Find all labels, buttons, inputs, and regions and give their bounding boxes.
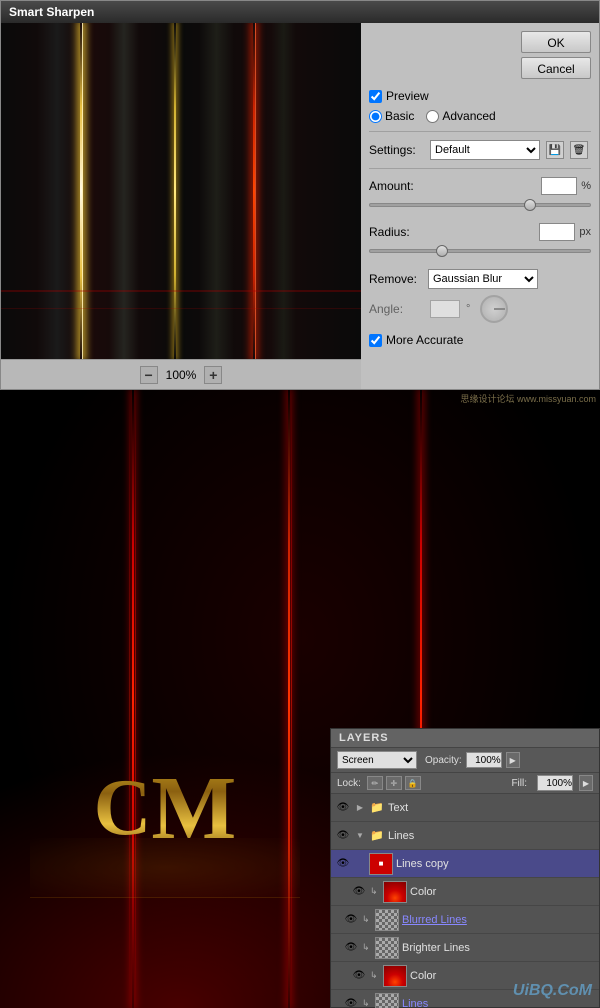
- layer-row-lines-folder[interactable]: 👁 ▼ 📁 Lines: [331, 822, 599, 850]
- decorative-border: [30, 838, 300, 898]
- smart-sharpen-dialog: Smart Sharpen: [0, 0, 600, 390]
- main-canvas: C M 思缘设计论坛 www.missyuan.com UiBQ.CoM LAY…: [0, 390, 600, 1008]
- layer-thumb-lines-copy: ■: [369, 853, 393, 875]
- watermark-top: 思缘设计论坛 www.missyuan.com: [456, 390, 600, 407]
- eye-icon-text[interactable]: 👁: [335, 800, 351, 816]
- eye-icon-lines-folder[interactable]: 👁: [335, 828, 351, 844]
- radius-input[interactable]: 2,0: [539, 223, 575, 241]
- ok-button[interactable]: OK: [521, 31, 591, 53]
- layer-name-brighter: Brighter Lines: [402, 942, 595, 954]
- more-accurate-label: More Accurate: [386, 333, 463, 347]
- layer-thumb-color-1: [383, 881, 407, 903]
- angle-dial[interactable]: [480, 295, 508, 323]
- layer-name-lines-copy: Lines copy: [396, 858, 595, 870]
- angle-input[interactable]: 0: [430, 300, 460, 318]
- more-accurate-checkbox[interactable]: [369, 334, 382, 347]
- remove-select[interactable]: Gaussian Blur: [428, 269, 538, 289]
- fill-input[interactable]: [537, 775, 573, 791]
- layer-thumb-lines-base: [375, 993, 399, 1008]
- preview-checkbox[interactable]: [369, 90, 382, 103]
- zoom-level: 100%: [166, 368, 197, 382]
- opacity-input[interactable]: [466, 752, 502, 768]
- eye-icon-lines-base[interactable]: 👁: [343, 996, 359, 1008]
- advanced-radio[interactable]: [426, 110, 439, 123]
- preview-area: − 100% +: [1, 23, 361, 389]
- radius-slider[interactable]: [436, 245, 448, 257]
- basic-radio[interactable]: [369, 110, 382, 123]
- radius-label: Radius:: [369, 225, 424, 239]
- cancel-button[interactable]: Cancel: [521, 57, 591, 79]
- lock-icons: ✏ ✛ 🔒: [367, 776, 421, 790]
- layer-name-color-1: Color: [410, 886, 595, 898]
- layers-lock-row: Lock: ✏ ✛ 🔒 Fill: ▶: [331, 773, 599, 794]
- fill-arrow[interactable]: ▶: [579, 775, 593, 791]
- controls-panel: OK Cancel Preview Basic Advanced Set: [361, 23, 599, 389]
- preview-label: Preview: [386, 89, 429, 103]
- lock-all-button[interactable]: 🔒: [405, 776, 421, 790]
- layer-thumb-color-2: [383, 965, 407, 987]
- eye-icon-color-1[interactable]: 👁: [351, 884, 367, 900]
- blend-mode-select[interactable]: Screen: [337, 751, 417, 769]
- eye-icon-blurred[interactable]: 👁: [343, 912, 359, 928]
- expand-lines[interactable]: ▼: [354, 828, 366, 844]
- amount-slider[interactable]: [524, 199, 536, 211]
- remove-label: Remove:: [369, 272, 424, 286]
- angle-label: Angle:: [369, 302, 424, 316]
- preview-canvas: [1, 23, 361, 359]
- layers-panel: LAYERS Screen Opacity: ▶ Lock: ✏ ✛ 🔒 Fil…: [330, 728, 600, 1008]
- preview-footer: − 100% +: [1, 359, 361, 389]
- radius-slider-track: [369, 249, 591, 253]
- eye-icon-color-2[interactable]: 👁: [351, 968, 367, 984]
- settings-delete-icon[interactable]: 🗑: [570, 141, 588, 159]
- layer-row-text[interactable]: 👁 ▶ 📁 Text: [331, 794, 599, 822]
- layer-row-blurred[interactable]: 👁 ↳ Blurred Lines: [331, 906, 599, 934]
- eye-icon-brighter[interactable]: 👁: [343, 940, 359, 956]
- watermark-bottom: UiBQ.CoM: [513, 982, 592, 1000]
- expand-text[interactable]: ▶: [354, 800, 366, 816]
- lock-move-button[interactable]: ✛: [386, 776, 402, 790]
- folder-icon-text: 📁: [369, 800, 385, 816]
- layer-name-blurred: Blurred Lines: [402, 914, 595, 926]
- layer-row-color-1[interactable]: 👁 ↳ Color: [331, 878, 599, 906]
- layer-thumb-blurred: [375, 909, 399, 931]
- layer-row-lines-copy[interactable]: 👁 ■ Lines copy: [331, 850, 599, 878]
- layer-name-lines-folder: Lines: [388, 830, 595, 842]
- layers-panel-header: LAYERS: [331, 729, 599, 748]
- layer-name-color-2: Color: [410, 970, 595, 982]
- zoom-in-button[interactable]: +: [204, 366, 222, 384]
- amount-label: Amount:: [369, 179, 424, 193]
- opacity-arrow[interactable]: ▶: [506, 752, 520, 768]
- settings-select[interactable]: Default: [430, 140, 540, 160]
- zoom-out-button[interactable]: −: [140, 366, 158, 384]
- layer-name-text: Text: [388, 802, 595, 814]
- settings-save-icon[interactable]: 💾: [546, 141, 564, 159]
- settings-label: Settings:: [369, 143, 424, 157]
- folder-icon-lines: 📁: [369, 828, 385, 844]
- amount-input[interactable]: 100: [541, 177, 577, 195]
- layers-toolbar: Screen Opacity: ▶: [331, 748, 599, 773]
- amount-slider-track: [369, 203, 591, 207]
- eye-icon-lines-copy[interactable]: 👁: [335, 856, 351, 872]
- layer-thumb-brighter: [375, 937, 399, 959]
- lock-pixels-button[interactable]: ✏: [367, 776, 383, 790]
- dialog-title: Smart Sharpen: [1, 1, 599, 23]
- layer-row-brighter[interactable]: 👁 ↳ Brighter Lines: [331, 934, 599, 962]
